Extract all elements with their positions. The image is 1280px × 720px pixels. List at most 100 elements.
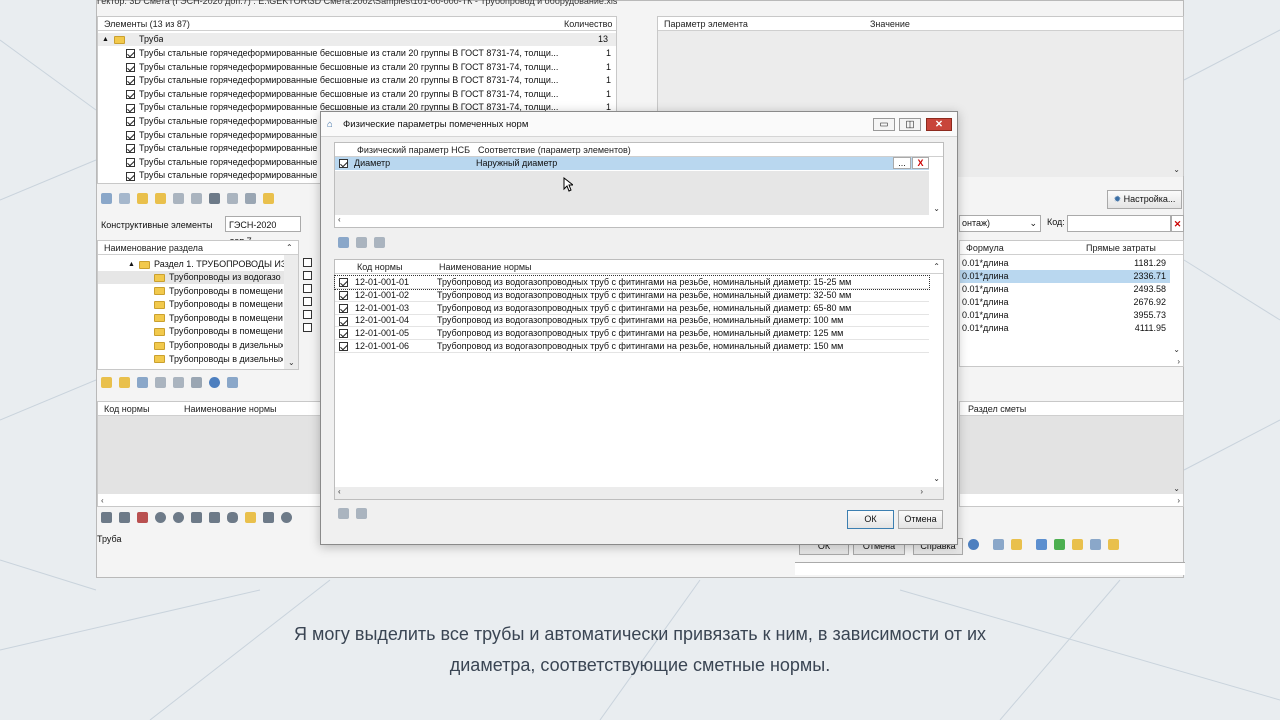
delete-icon[interactable] — [137, 512, 148, 524]
section-root[interactable]: ▲ Раздел 1. ТРУБОПРОВОДЫ ИЗ — [98, 258, 298, 271]
find-icon[interactable] — [119, 193, 130, 205]
norm-row[interactable]: 12-01-001-01 Трубопровод из водогазопрово… — [334, 275, 930, 290]
edit-icon[interactable] — [101, 512, 112, 524]
clear-param-button[interactable]: X — [912, 157, 929, 169]
export-icon[interactable] — [1054, 539, 1065, 551]
norm-row[interactable]: 12-01-001-02 Трубопровод из водогазопрово… — [335, 289, 929, 302]
section-item[interactable]: Трубопроводы в помещени — [98, 325, 284, 338]
folder-check-icon[interactable] — [263, 193, 274, 205]
blocks-icon[interactable] — [209, 193, 220, 205]
element-checkbox[interactable] — [126, 49, 135, 59]
norm-checkbox[interactable] — [339, 316, 348, 326]
section-item[interactable]: Трубопроводы из водогазо — [98, 271, 284, 284]
save-icon[interactable] — [1036, 539, 1047, 551]
element-checkbox[interactable] — [126, 76, 135, 86]
clear-code-icon[interactable]: ✕ — [1171, 215, 1184, 232]
search-icon[interactable] — [101, 193, 112, 205]
search-icon[interactable] — [338, 237, 349, 249]
folder-icon[interactable] — [155, 193, 166, 205]
page-icon[interactable] — [191, 512, 202, 524]
element-checkbox[interactable] — [126, 144, 135, 154]
element-row[interactable]: Трубы стальные горячедеформированные бес… — [98, 74, 616, 87]
section-item[interactable]: Трубопроводы в дизельных — [98, 339, 284, 352]
info-icon[interactable] — [968, 539, 979, 551]
norm-cost-row[interactable]: 0.01*длина 1181.29 — [960, 257, 1170, 270]
pages-icon[interactable] — [374, 237, 385, 249]
pages-icon[interactable] — [356, 508, 367, 520]
norm-checkbox[interactable] — [339, 278, 348, 288]
scroll-down-icon[interactable]: ⌄ — [1173, 165, 1180, 174]
section-item[interactable]: Трубопроводы в дизельных — [98, 353, 284, 366]
element-checkbox[interactable] — [126, 89, 135, 99]
dot-icon[interactable] — [281, 512, 292, 524]
norm-cost-row[interactable]: 0.01*длина 3955.73 — [960, 309, 1170, 322]
norm-row[interactable]: 12-01-001-06 Трубопровод из водогазопрово… — [335, 340, 929, 353]
transfer-icon[interactable] — [1090, 539, 1101, 551]
norm-checkbox[interactable] — [339, 329, 348, 339]
folder-open-icon[interactable] — [101, 377, 112, 389]
browse-button[interactable]: ... — [893, 157, 911, 169]
minimize-icon[interactable]: ▭ — [873, 118, 895, 131]
section-item[interactable]: Трубопроводы в помещени — [98, 285, 284, 298]
element-row[interactable]: Трубы стальные горячедеформированные бес… — [98, 47, 616, 60]
tree-icon[interactable] — [1108, 539, 1119, 551]
layers-icon[interactable] — [263, 512, 274, 524]
code-input[interactable] — [1067, 215, 1171, 232]
calc-icon[interactable] — [993, 539, 1004, 551]
settings-button[interactable]: ✹ Настройка... — [1107, 190, 1182, 209]
note-icon[interactable] — [245, 512, 256, 524]
pages-icon[interactable] — [173, 377, 184, 389]
section-item[interactable]: Трубопроводы в помещени — [98, 298, 284, 311]
section-item[interactable]: Трубопроводы в помещени — [98, 312, 284, 325]
doc-icon[interactable] — [119, 512, 130, 524]
element-row[interactable]: Трубы стальные горячедеформированные бес… — [98, 88, 616, 101]
norm-cost-row[interactable]: 0.01*длина 2676.92 — [960, 296, 1170, 309]
norm-row[interactable]: 12-01-001-04 Трубопровод из водогазопрово… — [335, 314, 929, 328]
merge-icon[interactable] — [1072, 539, 1083, 551]
pages-icon[interactable] — [191, 193, 202, 205]
filter-combo[interactable]: онтаж) ⌄ — [959, 215, 1041, 232]
restore-icon[interactable]: ◫ — [899, 118, 921, 131]
element-checkbox[interactable] — [126, 171, 135, 181]
close-icon[interactable]: ✕ — [926, 118, 952, 131]
element-checkbox[interactable] — [126, 62, 135, 72]
copy-icon[interactable] — [356, 237, 367, 249]
shape-icon[interactable] — [155, 512, 166, 524]
element-checkbox[interactable] — [126, 130, 135, 140]
copy-icon[interactable] — [338, 508, 349, 520]
norm-cost-row[interactable]: 0.01*длина 4111.95 — [960, 322, 1170, 335]
element-row[interactable]: Трубы стальные горячедеформированные бес… — [98, 61, 616, 74]
element-label: Трубы стальные горячедеформированные б — [139, 143, 326, 154]
folder-add-icon[interactable] — [119, 377, 130, 389]
dialog-ok-button[interactable]: ОК — [847, 510, 894, 529]
tab-constructive[interactable]: Конструктивные элементы — [97, 215, 222, 235]
group-row[interactable]: ▲ Труба 13 — [98, 33, 616, 46]
copy-icon[interactable] — [173, 193, 184, 205]
dialog-cancel-button[interactable]: Отмена — [898, 510, 943, 529]
hex-icon[interactable] — [227, 512, 238, 524]
param-row[interactable]: Диаметр Наружный диаметр ... X — [335, 157, 929, 170]
circle-icon[interactable] — [173, 512, 184, 524]
param-checkbox[interactable] — [339, 159, 348, 169]
filter-icon[interactable] — [245, 193, 256, 205]
folder-open-icon[interactable] — [137, 193, 148, 205]
norm-checkbox[interactable] — [339, 303, 348, 313]
norm-cost-row[interactable]: 0.01*длина 2336.71 — [960, 270, 1170, 283]
base-field[interactable]: ГЭСН-2020 доп.7 — [225, 216, 301, 246]
norm-checkbox[interactable] — [339, 342, 348, 352]
table-icon[interactable] — [137, 377, 148, 389]
filter-icon[interactable] — [191, 377, 202, 389]
norm-cost-row[interactable]: 0.01*длина 2493.58 — [960, 283, 1170, 296]
list-icon[interactable] — [1011, 539, 1022, 551]
norm-row[interactable]: 12-01-001-05 Трубопровод из водогазопрово… — [335, 327, 929, 341]
norm-row[interactable]: 12-01-001-03 Трубопровод из водогазопрово… — [335, 302, 929, 315]
norm-checkbox[interactable] — [339, 290, 348, 300]
element-checkbox[interactable] — [126, 117, 135, 127]
element-checkbox[interactable] — [126, 103, 135, 113]
element-checkbox[interactable] — [126, 157, 135, 167]
page2-icon[interactable] — [209, 512, 220, 524]
copy-icon[interactable] — [155, 377, 166, 389]
check-icon[interactable] — [227, 193, 238, 205]
image-icon[interactable] — [227, 377, 238, 389]
info-icon[interactable] — [209, 377, 220, 389]
